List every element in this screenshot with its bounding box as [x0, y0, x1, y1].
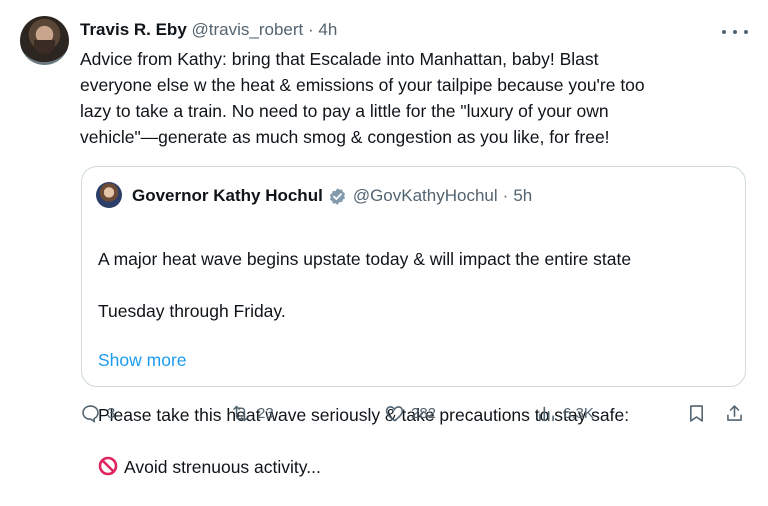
author-name[interactable]: Travis R. Eby [80, 20, 187, 39]
author-avatar[interactable] [20, 16, 69, 65]
tweet-actions: 3 23 282 6.3K [80, 403, 748, 429]
tweet-header: Travis R. Eby @travis_robert · 4h [80, 19, 337, 41]
quoted-tweet-text: A major heat wave begins upstate today &… [98, 220, 738, 506]
more-options-icon[interactable] [722, 22, 748, 42]
view-count: 6.3K [563, 405, 594, 422]
tweet-time[interactable]: 4h [318, 20, 337, 39]
reply-icon [82, 405, 99, 423]
views-button[interactable]: 6.3K [536, 403, 594, 424]
repost-button[interactable]: 23 [230, 403, 274, 424]
quoted-tweet-header: Governor Kathy Hochul @GovKathyHochul · … [132, 185, 532, 207]
quoted-header-separator: · [502, 186, 509, 205]
quoted-text-line: Avoid strenuous activity... [124, 457, 321, 477]
share-button[interactable] [724, 403, 745, 424]
quoted-tweet[interactable]: Governor Kathy Hochul @GovKathyHochul · … [81, 166, 746, 477]
repost-count: 23 [257, 405, 274, 422]
like-count: 282 [411, 405, 437, 422]
repost-icon [233, 405, 248, 422]
bookmark-button[interactable] [686, 403, 707, 424]
share-icon [727, 405, 742, 421]
quoted-author-handle[interactable]: @GovKathyHochul [353, 185, 498, 207]
bookmark-icon [690, 405, 703, 422]
quoted-author-name[interactable]: Governor Kathy Hochul [132, 185, 323, 207]
author-handle[interactable]: @travis_robert [192, 20, 304, 39]
show-more-link[interactable]: Show more [98, 347, 187, 373]
quoted-text-line-with-icon: Avoid strenuous activity... [98, 454, 738, 480]
quoted-text-spacer [98, 350, 738, 376]
tweet-text: Advice from Kathy: bring that Escalade i… [80, 49, 645, 147]
reply-button[interactable]: 3 [80, 403, 115, 424]
reply-count: 3 [107, 405, 116, 422]
header-separator: · [308, 20, 314, 39]
quoted-text-line: A major heat wave begins upstate today &… [98, 249, 632, 269]
heart-icon [385, 406, 404, 422]
quoted-author-avatar[interactable] [96, 182, 122, 208]
prohibited-icon [98, 456, 118, 476]
views-chart-icon [539, 406, 554, 422]
like-button[interactable]: 282 [384, 403, 436, 424]
quoted-text-line: Tuesday through Friday. [98, 301, 286, 321]
verified-badge-icon [329, 187, 345, 205]
avatar-image [34, 40, 55, 54]
quoted-tweet-time[interactable]: 5h [513, 185, 532, 207]
